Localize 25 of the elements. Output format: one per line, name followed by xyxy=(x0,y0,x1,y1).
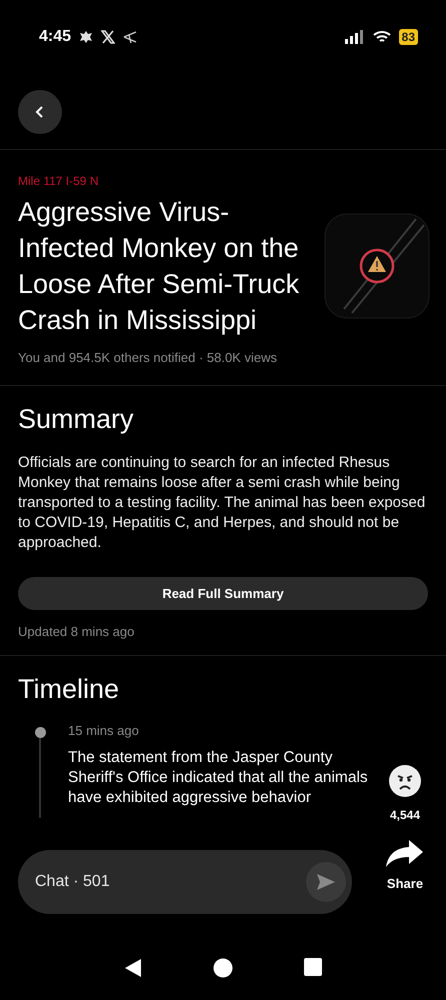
location-label: Mile 117 I-59 N xyxy=(18,174,100,188)
recents-nav-button[interactable] xyxy=(304,958,322,978)
summary-text: Officials are continuing to search for an infected Rhesus Monkey that remains loose after a semi crash while being transported to a testing facility. The animal has been exposed to COVID-19, Hepatitis C, and Herpes, and should not be approached. xyxy=(18,453,426,553)
updated-time: Updated 8 mins ago xyxy=(18,624,136,639)
alert-thumbnail-icon xyxy=(324,213,430,319)
timeline-dot xyxy=(34,727,46,738)
send-icon xyxy=(316,873,336,891)
section-heading: Summary xyxy=(18,404,135,435)
headline: Aggressive Virus-Infected Monkey on the Loose After Semi-Truck Crash in Mississippi xyxy=(18,196,300,337)
wifi-icon xyxy=(372,30,391,44)
entry-time: 15 mins ago xyxy=(68,723,140,738)
chat-field[interactable]: Chat · 501 xyxy=(18,850,352,914)
read-full-summary-button[interactable]: Read Full Summary xyxy=(18,577,428,610)
entry-text: The statement from the Jasper County Sheriff's Office indicated that all the animals have exhibited aggressive behavior xyxy=(68,748,369,808)
section-heading: Timeline xyxy=(18,674,120,705)
back-nav-button[interactable] xyxy=(124,958,142,978)
share-button[interactable]: Share xyxy=(385,838,425,891)
notified-views-text: You and 954.5K others notified · 58.0K views xyxy=(18,350,278,365)
x-logo-icon xyxy=(101,30,116,44)
home-nav-button[interactable] xyxy=(212,958,233,978)
signal-icon xyxy=(344,30,365,44)
status-time: 4:45 xyxy=(39,28,72,46)
battery-level: 83 xyxy=(398,29,418,45)
reaction-count: 4,544 xyxy=(390,808,420,822)
angry-face-icon[interactable] xyxy=(388,764,422,798)
